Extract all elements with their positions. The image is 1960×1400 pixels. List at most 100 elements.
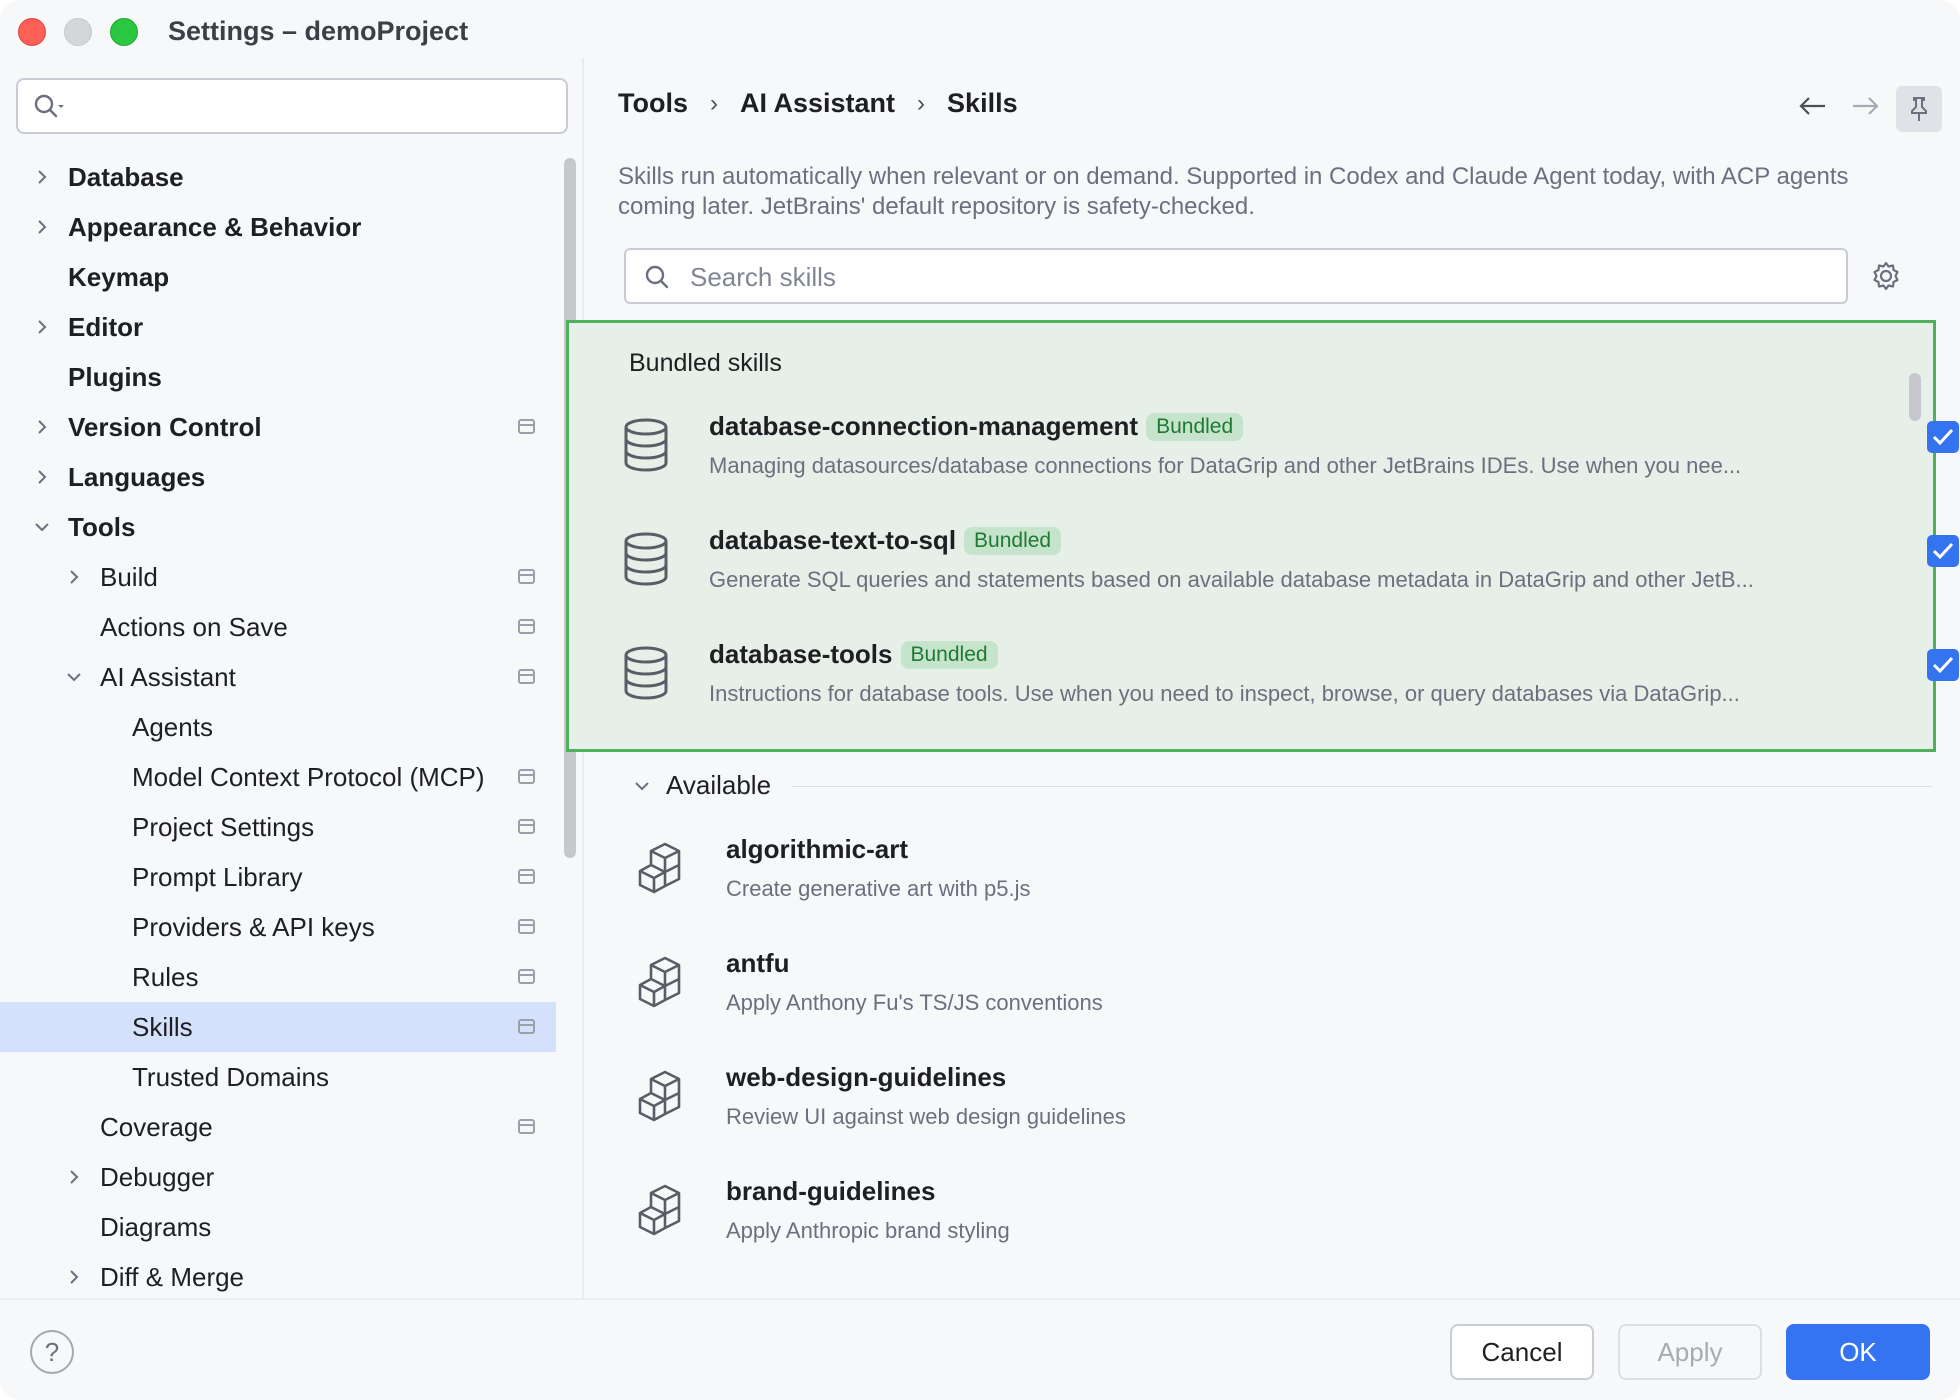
skills-search-input[interactable]: [690, 260, 1830, 294]
checkmark-icon: [1932, 428, 1954, 446]
chevron-down-icon[interactable]: [64, 667, 84, 687]
skills-search-field[interactable]: [624, 248, 1848, 304]
bundled-badge: Bundled: [1146, 412, 1244, 441]
skill-description: Apply Anthropic brand styling: [726, 1218, 1010, 1243]
cancel-button[interactable]: Cancel: [1450, 1324, 1594, 1380]
breadcrumb-tools[interactable]: Tools: [618, 88, 688, 119]
sidebar-item-ai-assistant[interactable]: AI Assistant: [0, 652, 556, 702]
apply-button[interactable]: Apply: [1618, 1324, 1762, 1380]
skill-description: Review UI against web design guidelines: [726, 1104, 1126, 1129]
skill-row[interactable]: antfu Apply Anthony Fu's TS/JS conventio…: [638, 948, 1938, 1048]
ok-button[interactable]: OK: [1786, 1324, 1930, 1380]
sidebar-item-prompt-library[interactable]: Prompt Library: [0, 852, 556, 902]
sidebar-item-coverage[interactable]: Coverage: [0, 1102, 556, 1152]
chevron-right-icon[interactable]: [32, 317, 52, 337]
project-level-icon: [518, 1119, 535, 1134]
skill-row[interactable]: database-connection-management Bundled M…: [621, 411, 1959, 511]
skill-name-text: database-tools: [709, 639, 893, 669]
minimize-window-button[interactable]: [64, 18, 92, 46]
skill-description: Managing datasources/database connection…: [709, 453, 1742, 478]
blocks-icon: [638, 842, 681, 894]
dialog-footer: ? Cancel Apply OK: [0, 1298, 1960, 1400]
help-button[interactable]: ?: [30, 1330, 74, 1374]
settings-sidebar: Database Appearance & Behavior Keymap Ed…: [0, 58, 584, 1298]
sidebar-item-trusted-domains[interactable]: Trusted Domains: [0, 1052, 556, 1102]
skill-name-text: database-text-to-sql: [709, 525, 957, 555]
sidebar-item-skills[interactable]: Skills: [0, 1002, 556, 1052]
sidebar-item-label: Project Settings: [132, 811, 315, 842]
gear-icon[interactable]: [1870, 260, 1902, 292]
sidebar-item-plugins[interactable]: Plugins: [0, 352, 556, 402]
zoom-window-button[interactable]: [110, 18, 138, 46]
chevron-right-icon[interactable]: [32, 417, 52, 437]
skill-row[interactable]: web-design-guidelines Review UI against …: [638, 1062, 1938, 1162]
sidebar-item-providers-api-keys[interactable]: Providers & API keys: [0, 902, 556, 952]
back-arrow-icon[interactable]: [1798, 94, 1828, 118]
sidebar-item-diagrams[interactable]: Diagrams: [0, 1202, 556, 1252]
skill-enabled-checkbox[interactable]: [1927, 535, 1959, 567]
skill-row[interactable]: database-tools Bundled Instructions for …: [621, 639, 1959, 739]
breadcrumb-ai-assistant[interactable]: AI Assistant: [740, 88, 895, 119]
sidebar-item-label: Build: [100, 561, 158, 592]
chevron-down-icon[interactable]: [632, 776, 652, 796]
settings-tree: Database Appearance & Behavior Keymap Ed…: [0, 152, 556, 1302]
project-level-icon: [518, 869, 535, 884]
bundled-skills-section: Bundled skills database-connection-manag…: [566, 320, 1959, 752]
skill-name-text: database-connection-management: [709, 411, 1139, 441]
blocks-icon: [638, 956, 681, 1008]
skill-name: web-design-guidelines: [726, 1062, 1007, 1092]
sidebar-item-agents[interactable]: Agents: [0, 702, 556, 752]
sidebar-item-project-settings[interactable]: Project Settings: [0, 802, 556, 852]
chevron-down-icon[interactable]: [32, 517, 52, 537]
skill-row[interactable]: database-text-to-sql Bundled Generate SQ…: [621, 525, 1959, 625]
pin-icon: [1911, 97, 1927, 121]
skill-name: brand-guidelines: [726, 1176, 936, 1206]
sidebar-item-label: Model Context Protocol (MCP): [132, 761, 485, 792]
sidebar-item-rules[interactable]: Rules: [0, 952, 556, 1002]
chevron-right-icon[interactable]: [32, 167, 52, 187]
sidebar-item-label: Diff & Merge: [100, 1261, 245, 1292]
breadcrumb: Tools › AI Assistant › Skills: [618, 88, 1018, 119]
search-icon: [34, 94, 64, 118]
skill-name: database-tools Bundled: [709, 639, 998, 670]
sidebar-item-version-control[interactable]: Version Control: [0, 402, 556, 452]
sidebar-item-label: Database: [68, 161, 184, 192]
sidebar-item-label: Debugger: [100, 1161, 215, 1192]
sidebar-item-actions-on-save[interactable]: Actions on Save: [0, 602, 556, 652]
sidebar-item-keymap[interactable]: Keymap: [0, 252, 556, 302]
sidebar-item-label: Coverage: [100, 1111, 213, 1142]
chevron-right-icon[interactable]: [32, 467, 52, 487]
sidebar-item-tools[interactable]: Tools: [0, 502, 556, 552]
sidebar-item-label: Trusted Domains: [132, 1061, 329, 1092]
pin-button[interactable]: [1896, 86, 1942, 132]
search-icon: [645, 265, 669, 289]
skill-enabled-checkbox[interactable]: [1927, 421, 1959, 453]
bundled-badge: Bundled: [900, 640, 998, 669]
chevron-right-icon[interactable]: [64, 567, 84, 587]
sidebar-item-label: Editor: [68, 311, 144, 342]
sidebar-item-debugger[interactable]: Debugger: [0, 1152, 556, 1202]
window-title: Settings – demoProject: [168, 16, 469, 46]
sidebar-item-appearance-behavior[interactable]: Appearance & Behavior: [0, 202, 556, 252]
chevron-right-icon[interactable]: [32, 217, 52, 237]
chevron-right-icon[interactable]: [64, 1267, 84, 1287]
available-section-header[interactable]: Available: [632, 766, 1932, 806]
sidebar-item-editor[interactable]: Editor: [0, 302, 556, 352]
skill-row[interactable]: algorithmic-art Create generative art wi…: [638, 834, 1938, 934]
database-icon: [624, 418, 668, 472]
sidebar-item-mcp[interactable]: Model Context Protocol (MCP): [0, 752, 556, 802]
skill-row[interactable]: brand-guidelines Apply Anthropic brand s…: [638, 1176, 1938, 1276]
project-level-icon: [518, 769, 535, 784]
skill-name: database-connection-management Bundled: [709, 411, 1244, 442]
close-window-button[interactable]: [18, 18, 46, 46]
sidebar-item-languages[interactable]: Languages: [0, 452, 556, 502]
chevron-right-icon[interactable]: [64, 1167, 84, 1187]
sidebar-item-database[interactable]: Database: [0, 152, 556, 202]
project-level-icon: [518, 419, 535, 434]
sidebar-item-diff-merge[interactable]: Diff & Merge: [0, 1252, 556, 1302]
checkmark-icon: [1932, 656, 1954, 674]
forward-arrow-icon[interactable]: [1850, 94, 1880, 118]
skill-enabled-checkbox[interactable]: [1927, 649, 1959, 681]
settings-search-input[interactable]: [16, 78, 568, 134]
sidebar-item-build[interactable]: Build: [0, 552, 556, 602]
